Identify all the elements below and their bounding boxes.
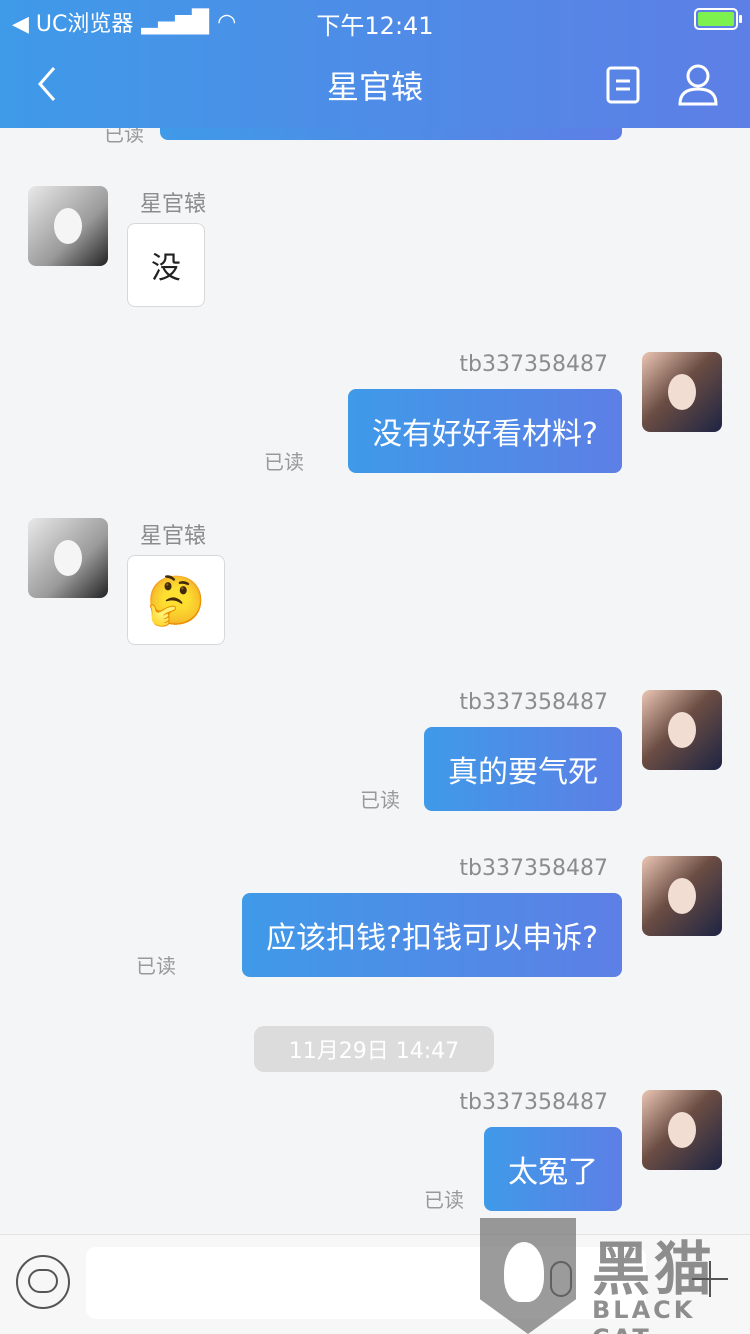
message-bubble-outgoing[interactable]: 太冤了 xyxy=(484,1127,622,1211)
read-receipt: 已读 xyxy=(104,128,144,146)
message-bubble-outgoing[interactable]: 没有好好看材料? xyxy=(348,389,622,473)
read-receipt: 已读 xyxy=(136,954,176,978)
document-icon[interactable] xyxy=(606,66,640,104)
avatar-other[interactable] xyxy=(28,186,108,266)
avatar-self[interactable] xyxy=(642,690,722,770)
read-receipt: 已读 xyxy=(264,450,304,474)
message-bubble-partial[interactable] xyxy=(160,128,622,140)
avatar-self[interactable] xyxy=(642,352,722,432)
chat-bubble-icon[interactable] xyxy=(16,1255,70,1309)
sender-name: tb337358487 xyxy=(459,352,608,377)
battery-icon xyxy=(694,8,742,30)
sender-name: tb337358487 xyxy=(459,1090,608,1115)
avatar-self[interactable] xyxy=(642,856,722,936)
message-bubble-outgoing[interactable]: 真的要气死 xyxy=(424,727,622,811)
read-receipt: 已读 xyxy=(360,788,400,812)
status-bar: ◀ UC浏览器 ▂▄▆█ ◠ 下午12:41 xyxy=(0,0,750,40)
sender-name: 星官辕 xyxy=(140,524,207,549)
sender-name: 星官辕 xyxy=(140,192,207,217)
message-bubble-incoming[interactable]: 没 xyxy=(127,223,205,307)
cat-icon xyxy=(504,1242,544,1302)
avatar-self[interactable] xyxy=(642,1090,722,1170)
watermark-brand-en: BLACK CAT xyxy=(592,1296,696,1334)
sender-name: tb337358487 xyxy=(459,856,608,881)
status-time: 下午12:41 xyxy=(316,12,434,40)
avatar-other[interactable] xyxy=(28,518,108,598)
sender-name: tb337358487 xyxy=(459,690,608,715)
watermark-logo: 黑猫 BLACK CAT xyxy=(480,1218,750,1334)
message-bubble-emoji[interactable]: 🤔 xyxy=(127,555,225,645)
profile-icon[interactable] xyxy=(676,62,720,106)
message-bubble-outgoing[interactable]: 应该扣钱?扣钱可以申诉? xyxy=(242,893,622,977)
timestamp-divider: 11月29日 14:47 xyxy=(254,1026,494,1072)
message-list[interactable]: 已读 星官辕 没 tb337358487 没有好好看材料? 已读 星官辕 🤔 t… xyxy=(0,128,750,1234)
watermark-brand-cn: 黑猫 xyxy=(592,1235,717,1303)
top-header: ◀ UC浏览器 ▂▄▆█ ◠ 下午12:41 星官辕 xyxy=(0,0,750,128)
read-receipt: 已读 xyxy=(424,1188,464,1212)
shield-icon xyxy=(480,1218,576,1334)
